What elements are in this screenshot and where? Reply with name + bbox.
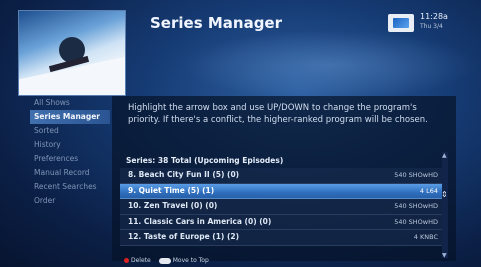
instructions-text: Highlight the arrow box and use UP/DOWN … bbox=[128, 103, 428, 125]
series-title: 10. Zen Travel (0) (0) bbox=[128, 201, 218, 210]
list-item-selected[interactable]: 9. Quiet Time (5) (1) 4 L64 bbox=[120, 183, 446, 199]
series-manager-screen: Series Manager 11:28a Thu 3/4 All Shows … bbox=[0, 0, 481, 267]
series-list: 8. Beach City Fun II (5) (0) 540 SHOwHD … bbox=[120, 168, 446, 246]
series-header: Series: 38 Total (Upcoming Episodes) bbox=[126, 156, 284, 165]
preview-thumbnail bbox=[18, 10, 126, 96]
clock: 11:28a Thu 3/4 bbox=[420, 12, 448, 32]
sidebar-menu: All Shows Series Manager Sorted History … bbox=[30, 96, 110, 256]
clock-date: Thu 3/4 bbox=[420, 23, 443, 30]
list-item[interactable]: 8. Beach City Fun II (5) (0) 540 SHOwHD bbox=[120, 168, 446, 184]
sidebar-item-order[interactable]: Order bbox=[30, 194, 110, 208]
sidebar-item-manual-record[interactable]: Manual Record bbox=[30, 166, 110, 180]
delete-label[interactable]: Delete bbox=[131, 257, 151, 264]
scroll-up-arrow-icon[interactable]: ▲ bbox=[442, 152, 447, 159]
page-title: Series Manager bbox=[150, 14, 282, 32]
scrollbar[interactable] bbox=[442, 152, 448, 258]
series-channel: 4 KNBC bbox=[413, 233, 438, 241]
background-glow bbox=[180, 30, 480, 100]
series-title: 8. Beach City Fun II (5) (0) bbox=[128, 170, 240, 179]
series-title: 9. Quiet Time (5) (1) bbox=[128, 185, 215, 195]
sidebar-item-series-manager[interactable]: Series Manager bbox=[30, 110, 110, 124]
content-panel: Highlight the arrow box and use UP/DOWN … bbox=[112, 96, 456, 261]
sidebar-item-all-shows[interactable]: All Shows bbox=[30, 96, 110, 110]
sidebar-item-preferences[interactable]: Preferences bbox=[30, 152, 110, 166]
series-channel: 540 SHOwHD bbox=[394, 217, 438, 226]
red-button-icon bbox=[124, 258, 129, 263]
move-to-top-label[interactable]: Move to Top bbox=[173, 257, 209, 264]
sidebar-item-sorted[interactable]: Sorted bbox=[30, 124, 110, 138]
priority-updown-icon[interactable]: ⇕ bbox=[441, 190, 448, 199]
list-item[interactable]: 10. Zen Travel (0) (0) 540 SHOwHD bbox=[120, 199, 446, 215]
footer-legend: Delete Move to Top bbox=[124, 257, 209, 264]
series-channel: 540 SHOwHD bbox=[394, 202, 438, 210]
series-channel: 4 L64 bbox=[419, 186, 438, 195]
ok-button-icon bbox=[158, 257, 171, 264]
provider-logo-icon bbox=[388, 14, 414, 32]
list-item[interactable]: 12. Taste of Europe (1) (2) 4 KNBC bbox=[120, 230, 446, 246]
list-item[interactable]: 11. Classic Cars in America (0) (0) 540 … bbox=[120, 214, 446, 230]
clock-time: 11:28a bbox=[420, 12, 448, 21]
sidebar-item-recent-searches[interactable]: Recent Searches bbox=[30, 180, 110, 194]
series-title: 11. Classic Cars in America (0) (0) bbox=[128, 216, 272, 226]
sidebar-item-history[interactable]: History bbox=[30, 138, 110, 152]
scroll-down-arrow-icon[interactable]: ▼ bbox=[442, 252, 447, 259]
series-title: 12. Taste of Europe (1) (2) bbox=[128, 232, 240, 241]
series-channel: 540 SHOwHD bbox=[394, 171, 438, 179]
